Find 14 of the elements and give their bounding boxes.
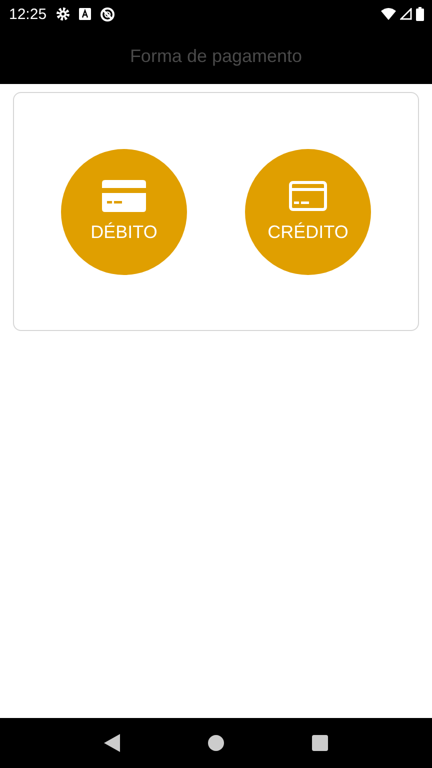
wifi-icon	[381, 8, 396, 20]
signal-icon	[400, 8, 412, 20]
battery-icon	[416, 7, 424, 21]
credit-card-icon	[289, 181, 327, 211]
payment-option-button[interactable]: CRÉDITO	[245, 148, 371, 274]
blocked-icon	[100, 6, 115, 22]
payment-option-button[interactable]: DÉBITO	[61, 148, 187, 274]
settings-icon	[56, 7, 70, 21]
home-icon[interactable]	[208, 735, 224, 751]
back-icon[interactable]	[104, 734, 120, 752]
app-title: Forma de pagamento	[130, 46, 302, 66]
notification-icon	[78, 8, 91, 20]
credit-card-icon	[102, 180, 146, 212]
status-time: 12:25	[9, 6, 47, 22]
